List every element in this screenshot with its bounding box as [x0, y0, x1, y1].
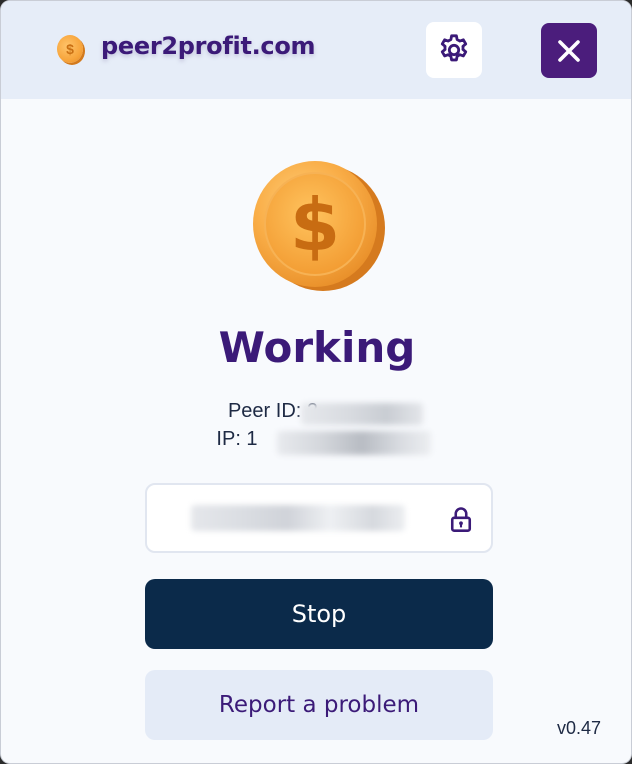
app-window: $ peer2profit.com $ Working Peer ID: 2 I… [0, 0, 632, 764]
token-redaction [191, 505, 405, 531]
version-label: v0.47 [557, 718, 602, 738]
coin-icon: $ [57, 35, 83, 63]
close-icon [558, 39, 580, 62]
lock-icon[interactable] [447, 505, 475, 533]
ip-label: IP: 1 [216, 428, 258, 450]
header-bar: $ peer2profit.com [1, 1, 631, 99]
close-button[interactable] [541, 23, 597, 78]
token-field[interactable] [145, 483, 493, 553]
peer-id-redaction [301, 403, 423, 425]
svg-text:$: $ [290, 183, 340, 267]
status-text: Working [218, 323, 416, 372]
gear-icon [440, 34, 468, 62]
ip-redaction [277, 431, 431, 455]
stop-button[interactable]: Stop [145, 579, 493, 649]
dollar-coin-icon: $ [253, 161, 385, 291]
brand-name: peer2profit.com [101, 32, 316, 60]
report-problem-button[interactable]: Report a problem [145, 670, 493, 740]
settings-button[interactable] [426, 22, 482, 78]
